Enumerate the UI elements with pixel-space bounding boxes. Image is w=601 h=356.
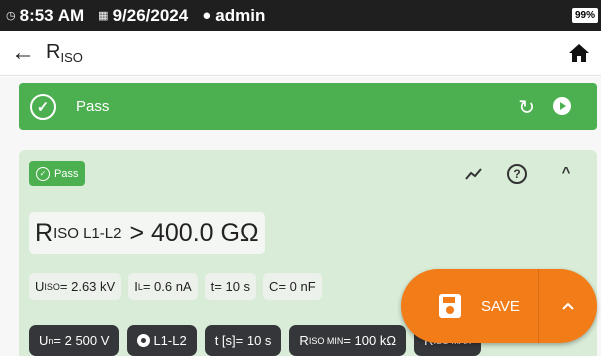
status-user-text: admin <box>215 5 266 25</box>
home-icon <box>569 44 589 62</box>
param-i-l: IL = 0.6 nA <box>128 273 198 300</box>
param-value: = 2.63 kV <box>59 279 116 294</box>
trend-icon[interactable] <box>461 164 487 189</box>
chevron-up-icon <box>562 302 574 310</box>
page-title: RISO <box>46 41 83 65</box>
back-button[interactable]: ← <box>0 31 46 76</box>
card-actions: ? ^ <box>461 164 579 189</box>
param-value: = 0.6 nA <box>142 279 192 294</box>
param-c: C = 0 nF <box>263 273 322 300</box>
floppy-icon <box>439 294 461 318</box>
param-symbol: U <box>35 279 45 294</box>
help-icon[interactable]: ? <box>507 164 533 189</box>
app-bar: ← RISO <box>0 31 601 76</box>
calendar-icon: ▦ <box>98 10 109 22</box>
param-value: = 0 nF <box>278 279 316 294</box>
chevron-up-icon[interactable]: ^ <box>553 164 579 189</box>
save-fab: SAVE <box>401 269 597 343</box>
status-time: ◷ 8:53 AM <box>6 6 84 26</box>
param-t: t = 10 s <box>204 273 257 300</box>
setting-sub: ISO MIN <box>308 335 344 346</box>
setting-symbol: t [s] <box>214 333 236 348</box>
param-value: = 10 s <box>214 279 251 294</box>
user-icon: ● <box>202 7 212 24</box>
page-title-sub: ISO <box>60 50 83 65</box>
check-circle-icon: ✓ <box>30 93 56 120</box>
setting-value: = 10 s <box>235 333 272 348</box>
result-subscript: ISO L1-L2 <box>53 224 122 242</box>
home-button[interactable] <box>567 41 591 65</box>
main-result: R ISO L1-L2 > 400.0 GΩ <box>29 212 265 254</box>
param-list: U ISO = 2.63 kV IL = 0.6 nA t = 10 s C = … <box>29 273 322 300</box>
status-date: ▦ 9/26/2024 <box>98 6 188 26</box>
circuit-icon <box>137 334 151 347</box>
setting-circuit[interactable]: L1-L2 <box>127 325 197 356</box>
result-symbol: R <box>35 218 54 247</box>
param-sub: ISO <box>44 281 60 292</box>
status-bar: ◷ 8:53 AM ▦ 9/26/2024 ● admin 99% <box>0 0 601 31</box>
setting-value: = 2 500 V <box>53 333 110 348</box>
result-value: > 400.0 GΩ <box>129 218 259 247</box>
app-window: ◷ 8:53 AM ▦ 9/26/2024 ● admin 99% ← RISO… <box>0 0 601 356</box>
status-badge-label: Pass <box>54 167 79 180</box>
banner-label: Pass <box>76 98 110 115</box>
retry-icon[interactable]: ↻ <box>518 95 535 120</box>
save-button[interactable]: SAVE <box>401 269 538 343</box>
setting-un[interactable]: Un = 2 500 V <box>29 325 120 356</box>
battery-indicator: 99% <box>572 8 598 23</box>
status-badge: ✓ Pass <box>29 161 86 186</box>
status-time-text: 8:53 AM <box>19 5 85 25</box>
setting-value: = 100 kΩ <box>343 333 397 348</box>
save-label: SAVE <box>481 297 520 315</box>
status-user: ● admin <box>202 6 265 26</box>
play-icon[interactable] <box>553 97 571 115</box>
setting-symbol: R <box>299 333 309 348</box>
setting-time[interactable]: t [s] = 10 s <box>204 325 282 356</box>
status-date-text: 9/26/2024 <box>112 5 189 25</box>
page-title-main: R <box>46 41 61 63</box>
check-circle-icon: ✓ <box>36 166 50 181</box>
result-banner: ✓ Pass ↻ <box>19 83 597 130</box>
setting-riso-min[interactable]: R ISO MIN = 100 kΩ <box>289 325 407 356</box>
arrow-left-icon: ← <box>11 39 35 66</box>
clock-icon: ◷ <box>6 10 16 22</box>
setting-value: L1-L2 <box>153 333 187 348</box>
param-symbol: C <box>269 279 279 294</box>
expand-button[interactable] <box>539 269 597 343</box>
param-u-iso: U ISO = 2.63 kV <box>29 273 122 300</box>
setting-symbol: U <box>39 333 49 348</box>
